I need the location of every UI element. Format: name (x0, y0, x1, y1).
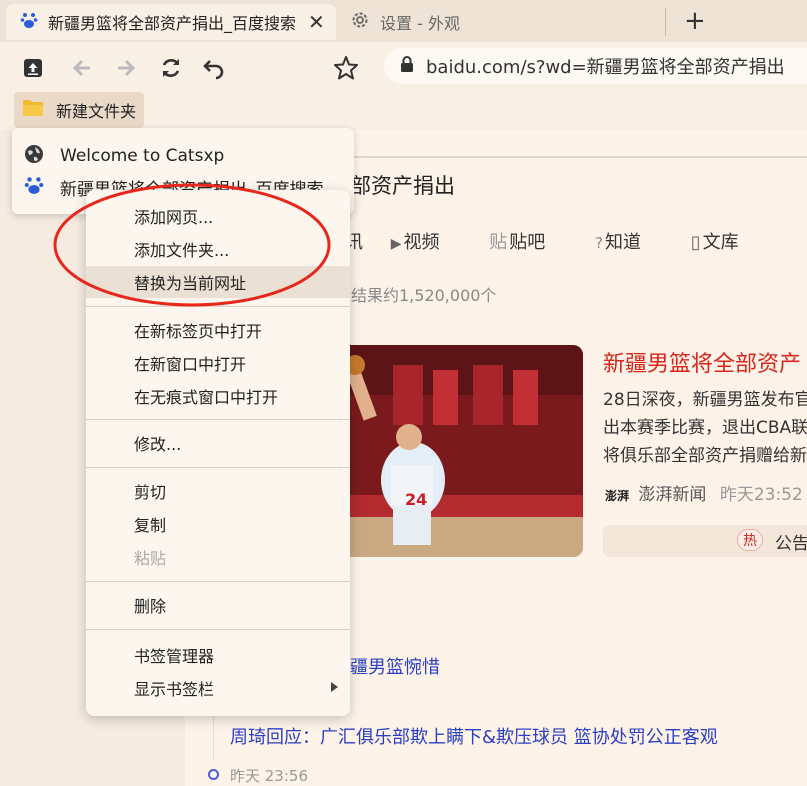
search-tab-zhidao[interactable]: ? 知道 (595, 232, 663, 253)
bookmark-item-label: Welcome to Catsxp (60, 146, 225, 166)
search-category-tabs: 讯 ▶ 视频 贴贴吧 ? 知道 ▯ 文库 (345, 228, 783, 254)
bookmark-item-welcome[interactable]: Welcome to Catsxp (12, 141, 354, 171)
upload-icon[interactable] (19, 54, 47, 82)
tab-title: 设置 - 外观 (380, 14, 460, 33)
search-query-heading: 部资产捐出 (350, 174, 455, 198)
snippet-line: 将俱乐部全部资产捐赠给新 (603, 446, 807, 466)
address-bar[interactable]: baidu.com/s?wd=新疆男篮将全部资产捐出 (384, 48, 807, 84)
tab-bar: 新疆男篮将全部资产捐出_百度搜索 ✕ 设置 - 外观 + (0, 0, 807, 42)
news-source: 澎湃 澎湃新闻 昨天23:52 (605, 480, 803, 505)
menu-copy[interactable]: 复制 (86, 508, 350, 540)
source-name[interactable]: 澎湃新闻 (638, 485, 706, 505)
tab-settings[interactable]: 设置 - 外观 (346, 4, 666, 40)
menu-replace-current-url[interactable]: 替换为当前网址 (86, 266, 350, 298)
submenu-arrow-icon (331, 682, 338, 692)
menu-add-folder[interactable]: 添加文件夹... (86, 233, 350, 265)
related-link[interactable]: 周琦回应：广汇俱乐部欺上瞒下&欺压球员 篮协处罚公正客观 (230, 723, 718, 749)
folder-icon (22, 99, 44, 121)
menu-separator (86, 629, 350, 630)
question-icon: ? (594, 234, 603, 252)
menu-separator (86, 467, 350, 468)
menu-show-bookmarks-bar[interactable]: 显示书签栏 (86, 672, 350, 704)
menu-paste[interactable]: 粘贴 (86, 541, 350, 573)
search-tab-tieba[interactable]: 贴贴吧 (489, 232, 567, 253)
menu-separator (86, 419, 350, 420)
back-icon[interactable] (68, 54, 96, 82)
bookmarks-bar: 新建文件夹 (0, 92, 807, 130)
news-snippet: 28日深夜，新疆男篮发布官 出本赛季比赛，退出CBA联 将俱乐部全部资产捐赠给新 (603, 386, 807, 470)
url-text: baidu.com/s?wd=新疆男篮将全部资产捐出 (426, 57, 785, 78)
menu-bookmark-manager[interactable]: 书签管理器 (86, 639, 350, 671)
globe-icon (24, 144, 44, 169)
folder-label: 新建文件夹 (56, 102, 137, 121)
baidu-paw-icon (24, 175, 44, 200)
play-icon: ▶ (390, 236, 402, 252)
snippet-line: 28日深夜，新疆男篮发布官 (603, 390, 807, 410)
new-tab-icon[interactable]: + (684, 6, 706, 36)
toolbar: baidu.com/s?wd=新疆男篮将全部资产捐出 (0, 42, 807, 92)
news-time: 昨天23:52 (719, 485, 803, 505)
close-tab-icon[interactable]: ✕ (308, 10, 325, 34)
menu-open-new-tab[interactable]: 在新标签页中打开 (86, 314, 350, 346)
menu-separator (86, 306, 350, 307)
lock-icon (400, 55, 414, 77)
news-image-basketball[interactable]: 24 (333, 345, 583, 557)
hot-announcement-bar[interactable]: 热 公告 (603, 525, 807, 557)
search-tab-video[interactable]: ▶ 视频 (391, 232, 462, 253)
menu-item-label: 显示书签栏 (134, 680, 215, 699)
bookmark-star-icon[interactable] (332, 54, 360, 82)
bookmark-folder[interactable]: 新建文件夹 (14, 92, 144, 128)
tab-title: 新疆男篮将全部资产捐出_百度搜索 (48, 14, 297, 33)
document-icon: ▯ (690, 232, 701, 253)
related-time: 昨天 23:56 (230, 767, 308, 785)
menu-separator (86, 581, 350, 582)
menu-open-new-window[interactable]: 在新窗口中打开 (86, 347, 350, 379)
baidu-paw-icon (20, 11, 38, 33)
news-result-title[interactable]: 新疆男篮将全部资产 (603, 346, 801, 378)
source-logo: 澎湃 (605, 489, 630, 503)
menu-edit[interactable]: 修改... (86, 427, 350, 459)
bookmark-context-menu: 添加网页... 添加文件夹... 替换为当前网址 在新标签页中打开 在新窗口中打… (86, 190, 350, 716)
gear-icon (350, 10, 370, 34)
reload-icon[interactable] (157, 54, 185, 82)
tab-divider (665, 8, 666, 36)
timeline-dot (208, 769, 219, 780)
menu-cut[interactable]: 剪切 (86, 475, 350, 507)
hot-label: 公告 (775, 534, 807, 554)
snippet-line: 出本赛季比赛，退出CBA联 (603, 418, 807, 438)
tieba-icon: 贴 (489, 232, 508, 253)
menu-delete[interactable]: 删除 (86, 589, 350, 621)
menu-add-page[interactable]: 添加网页... (86, 200, 350, 232)
menu-open-incognito[interactable]: 在无痕式窗口中打开 (86, 380, 350, 412)
undo-icon[interactable] (200, 54, 228, 82)
forward-icon[interactable] (112, 54, 140, 82)
related-link[interactable]: 疆男篮惋惜 (350, 653, 440, 679)
search-tab-wenku[interactable]: ▯ 文库 (691, 232, 761, 253)
hot-badge: 热 (737, 529, 763, 551)
result-count: 结果约1,520,000个 (351, 286, 497, 305)
tab-baidu-search[interactable]: 新疆男篮将全部资产捐出_百度搜索 ✕ (6, 4, 336, 40)
